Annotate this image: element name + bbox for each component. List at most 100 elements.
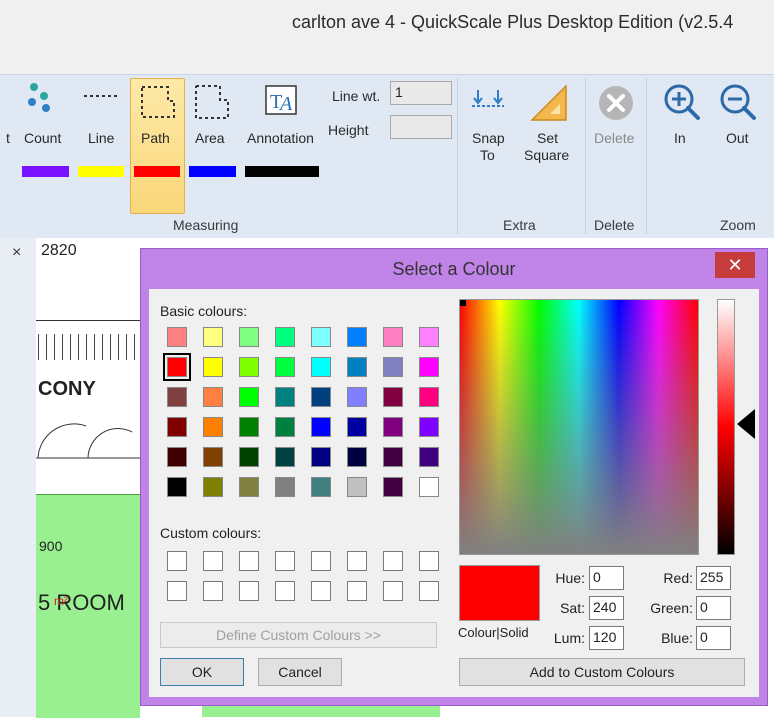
sat-label: Sat: <box>560 600 585 616</box>
custom-colour-swatch[interactable] <box>383 551 403 571</box>
colour-spectrum[interactable] <box>459 299 699 555</box>
ok-button[interactable]: OK <box>160 658 244 686</box>
custom-colour-swatch[interactable] <box>239 581 259 601</box>
sat-input[interactable]: 240 <box>589 596 624 620</box>
basic-colour-swatch[interactable] <box>419 327 439 347</box>
basic-colour-swatch[interactable] <box>383 387 403 407</box>
basic-colour-swatch[interactable] <box>347 477 367 497</box>
room-label: 5 ROOM <box>38 590 125 615</box>
area-colour-swatch[interactable] <box>189 166 236 177</box>
count-label: Count <box>24 130 62 146</box>
custom-colour-swatch[interactable] <box>383 581 403 601</box>
basic-colour-swatch[interactable] <box>239 447 259 467</box>
height-input[interactable] <box>390 115 452 139</box>
line-weight-input[interactable]: 1 <box>390 81 452 105</box>
custom-colour-swatch[interactable] <box>167 581 187 601</box>
close-panel-icon[interactable]: × <box>12 244 21 262</box>
spectrum-crosshair <box>460 300 466 306</box>
basic-colour-swatch[interactable] <box>347 357 367 377</box>
basic-colour-swatch[interactable] <box>311 357 331 377</box>
basic-colour-swatch[interactable] <box>239 327 259 347</box>
basic-colour-swatch[interactable] <box>419 477 439 497</box>
basic-colour-swatch[interactable] <box>275 477 295 497</box>
basic-colour-swatch[interactable] <box>239 417 259 437</box>
add-to-custom-colours-button[interactable]: Add to Custom Colours <box>459 658 745 686</box>
basic-colour-swatch[interactable] <box>419 417 439 437</box>
basic-colour-swatch[interactable] <box>203 387 223 407</box>
annotation-colour-swatch[interactable] <box>245 166 319 177</box>
path-colour-swatch[interactable] <box>134 166 180 177</box>
basic-colour-swatch[interactable] <box>275 387 295 407</box>
dialog-close-button[interactable]: ✕ <box>715 252 755 278</box>
line-weight-label: Line wt. <box>332 88 381 104</box>
set-square-icon <box>530 84 567 121</box>
basic-colour-swatch[interactable] <box>383 447 403 467</box>
basic-colour-swatch[interactable] <box>167 327 187 347</box>
basic-colour-swatch[interactable] <box>383 357 403 377</box>
define-custom-colours-button[interactable]: Define Custom Colours >> <box>160 622 437 648</box>
basic-colour-swatch[interactable] <box>239 357 259 377</box>
custom-colour-swatch[interactable] <box>419 581 439 601</box>
basic-colour-swatch[interactable] <box>203 447 223 467</box>
basic-colour-swatch[interactable] <box>347 387 367 407</box>
annotation-icon: T A <box>265 85 297 115</box>
basic-colour-swatch[interactable] <box>419 387 439 407</box>
basic-colour-swatch[interactable] <box>311 477 331 497</box>
custom-colour-swatch[interactable] <box>311 581 331 601</box>
basic-colour-swatch[interactable] <box>275 327 295 347</box>
group-divider <box>457 78 458 234</box>
custom-colour-swatch[interactable] <box>203 581 223 601</box>
blue-input[interactable]: 0 <box>696 626 731 650</box>
basic-colour-swatch[interactable] <box>419 447 439 467</box>
basic-colour-swatch[interactable] <box>203 357 223 377</box>
custom-colour-swatch[interactable] <box>311 551 331 571</box>
count-icon <box>28 83 50 112</box>
custom-colour-swatch[interactable] <box>347 581 367 601</box>
line-colour-swatch[interactable] <box>78 166 124 177</box>
basic-colour-swatch[interactable] <box>275 357 295 377</box>
basic-colour-swatch[interactable] <box>419 357 439 377</box>
basic-colour-swatch[interactable] <box>347 417 367 437</box>
basic-colour-swatch[interactable] <box>311 327 331 347</box>
luminance-slider[interactable] <box>717 299 735 555</box>
snap-icon <box>472 90 504 107</box>
custom-colour-swatch[interactable] <box>275 581 295 601</box>
basic-colour-swatch[interactable] <box>383 417 403 437</box>
basic-colour-swatch[interactable] <box>203 417 223 437</box>
basic-colour-swatch[interactable] <box>239 387 259 407</box>
custom-colour-swatch[interactable] <box>419 551 439 571</box>
path-icon <box>141 86 175 118</box>
hue-input[interactable]: 0 <box>589 566 624 590</box>
basic-colour-swatch[interactable] <box>383 327 403 347</box>
custom-colour-swatch[interactable] <box>203 551 223 571</box>
basic-colour-swatch[interactable] <box>275 417 295 437</box>
count-colour-swatch[interactable] <box>22 166 69 177</box>
basic-colour-swatch[interactable] <box>311 387 331 407</box>
basic-colour-swatch[interactable] <box>383 477 403 497</box>
cancel-button[interactable]: Cancel <box>258 658 342 686</box>
basic-colour-swatch[interactable] <box>167 477 187 497</box>
basic-colour-swatch[interactable] <box>167 417 187 437</box>
red-input[interactable]: 255 <box>696 566 731 590</box>
basic-colour-swatch[interactable] <box>163 353 191 381</box>
basic-colour-swatch[interactable] <box>167 387 187 407</box>
area-icon <box>195 85 229 119</box>
wall-line <box>36 320 140 321</box>
basic-colour-swatch[interactable] <box>203 327 223 347</box>
custom-colour-swatch[interactable] <box>275 551 295 571</box>
luminance-pointer-icon[interactable] <box>735 407 755 441</box>
basic-colour-swatch[interactable] <box>347 327 367 347</box>
basic-colour-swatch[interactable] <box>275 447 295 467</box>
basic-colour-swatch[interactable] <box>311 417 331 437</box>
basic-colour-swatch[interactable] <box>203 477 223 497</box>
lum-input[interactable]: 120 <box>589 626 624 650</box>
custom-colour-swatch[interactable] <box>239 551 259 571</box>
zoom-in-label: In <box>674 130 686 146</box>
custom-colour-swatch[interactable] <box>167 551 187 571</box>
custom-colour-swatch[interactable] <box>347 551 367 571</box>
basic-colour-swatch[interactable] <box>347 447 367 467</box>
basic-colour-swatch[interactable] <box>239 477 259 497</box>
basic-colour-swatch[interactable] <box>167 447 187 467</box>
basic-colour-swatch[interactable] <box>311 447 331 467</box>
green-input[interactable]: 0 <box>696 596 731 620</box>
